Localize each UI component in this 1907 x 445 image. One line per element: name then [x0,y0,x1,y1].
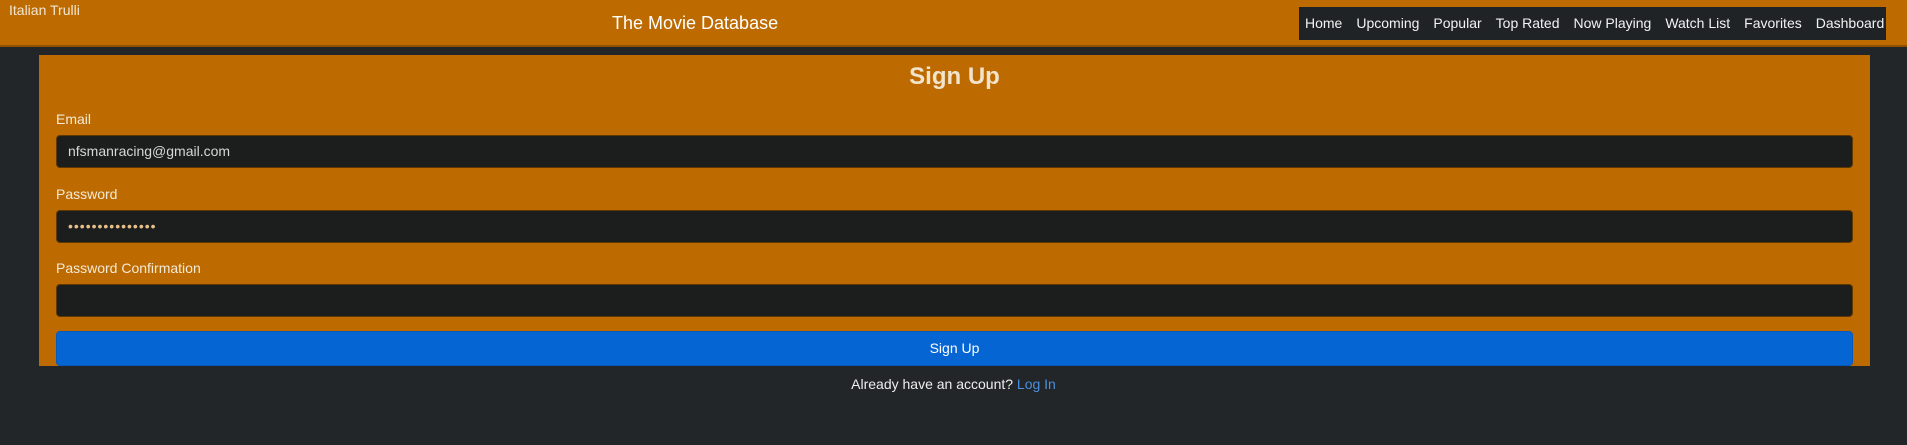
login-prompt: Already have an account? Log In [0,375,1907,393]
nav-item-watch-list[interactable]: Watch List [1658,7,1737,40]
password-confirmation-label: Password Confirmation [56,260,201,276]
main-nav: Home Upcoming Popular Top Rated Now Play… [1299,7,1886,40]
nav-item-popular[interactable]: Popular [1426,7,1488,40]
email-field[interactable]: nfsmanracing@gmail.com [56,135,1853,168]
nav-item-upcoming[interactable]: Upcoming [1349,7,1426,40]
nav-item-dashboard[interactable]: Dashboard [1809,7,1885,40]
password-label: Password [56,186,118,202]
email-label: Email [56,111,92,127]
signup-card: Sign Up Email nfsmanracing@gmail.com Pas… [39,55,1870,366]
nav-item-now-playing[interactable]: Now Playing [1566,7,1658,40]
nav-item-home[interactable]: Home [1305,7,1349,40]
login-prompt-text: Already have an account? [851,376,1014,392]
login-link[interactable]: Log In [1017,376,1056,392]
nav-item-top-rated[interactable]: Top Rated [1489,7,1567,40]
password-field[interactable]: ••••••••••••••• [56,210,1853,243]
brand-logo-alt-text[interactable]: Italian Trulli [9,2,80,18]
signup-submit-button[interactable]: Sign Up [56,331,1853,366]
nav-item-favorites[interactable]: Favorites [1737,7,1809,40]
site-title[interactable]: The Movie Database [612,12,778,34]
signup-title: Sign Up [909,63,1000,90]
password-confirmation-field[interactable] [56,284,1853,317]
top-navbar: Italian Trulli The Movie Database Home U… [0,0,1907,47]
